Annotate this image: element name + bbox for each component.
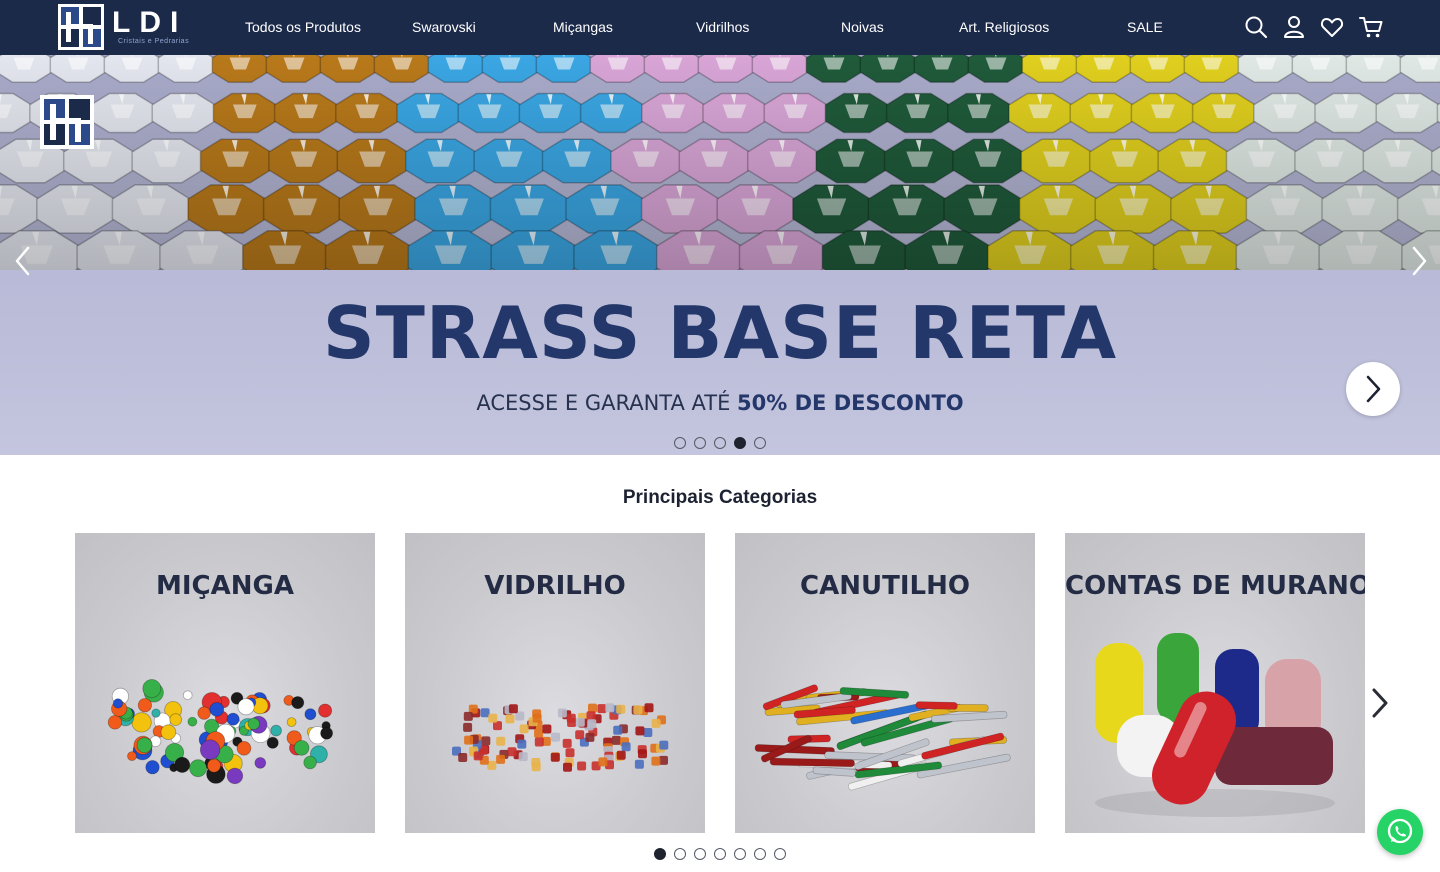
hero-slide-dot[interactable]	[754, 437, 766, 449]
hero-slide-dot[interactable]	[734, 437, 746, 449]
hero-next-arrow-icon[interactable]	[1408, 245, 1430, 277]
hero-slide-dot[interactable]	[714, 437, 726, 449]
category-label: CANUTILHO	[800, 571, 970, 601]
bugle-beads-image	[754, 684, 1011, 791]
category-label: CONTAS DE MURANO	[1065, 571, 1365, 601]
brand-logo[interactable]: LDI Cristais e Pedrarias	[58, 4, 198, 50]
whatsapp-icon	[1387, 818, 1413, 844]
nav-item-swarovski[interactable]: Swarovski	[412, 19, 476, 35]
category-card-contas-de-murano[interactable]: CONTAS DE MURANO	[1065, 533, 1365, 833]
hero-subtitle: ACESSE E GARANTA ATÉ 50% DE DESCONTO	[0, 391, 1440, 415]
hero-next-button[interactable]	[1346, 362, 1400, 416]
categories-page-dot[interactable]	[694, 848, 706, 860]
category-card-micanga[interactable]: MIÇANGA	[75, 533, 375, 833]
seed-beads-image	[107, 679, 334, 785]
murano-beads-image	[1095, 633, 1335, 817]
categories-page-dot[interactable]	[714, 848, 726, 860]
rhinestones-image	[0, 55, 1440, 270]
hero-slide-dot[interactable]	[674, 437, 686, 449]
logo-mark-icon	[58, 4, 104, 50]
category-label: VIDRILHO	[484, 571, 626, 601]
nav-item-todos-os-produtos[interactable]: Todos os Produtos	[245, 19, 361, 35]
categories-title: Principais Categorias	[622, 487, 818, 508]
nav-item-vidrilhos[interactable]: Vidrilhos	[696, 19, 749, 35]
search-icon[interactable]	[1243, 14, 1269, 40]
categories-page-dot[interactable]	[774, 848, 786, 860]
categories-page-dot[interactable]	[754, 848, 766, 860]
category-card-canutilho[interactable]: CANUTILHO	[735, 533, 1035, 833]
hero-slide-dot[interactable]	[694, 437, 706, 449]
nav-item-micangas[interactable]: Miçangas	[553, 19, 613, 35]
heart-icon[interactable]	[1319, 14, 1345, 40]
chevron-right-icon	[1366, 375, 1381, 403]
categories-pagination	[654, 848, 786, 860]
categories-page-dot[interactable]	[674, 848, 686, 860]
hero-subtitle-prefix: ACESSE E GARANTA ATÉ	[476, 391, 738, 415]
hero-logo-icon	[40, 95, 94, 149]
nav-item-noivas[interactable]: Noivas	[841, 19, 884, 35]
hero-prev-arrow-icon[interactable]	[12, 245, 34, 277]
hero-pagination	[674, 437, 766, 449]
cart-icon[interactable]	[1358, 14, 1384, 40]
nav-item-sale[interactable]: SALE	[1127, 19, 1163, 35]
whatsapp-button[interactable]	[1377, 809, 1423, 855]
hero-banner[interactable]: STRASS BASE RETA ACESSE E GARANTA ATÉ 50…	[0, 55, 1440, 455]
nav-item-art-religiosos[interactable]: Art. Religiosos	[959, 19, 1049, 35]
hero-subtitle-highlight: 50% DE DESCONTO	[737, 391, 964, 415]
user-icon[interactable]	[1281, 14, 1307, 40]
glass-beads-image	[452, 703, 669, 772]
brand-tagline: Cristais e Pedrarias	[118, 38, 190, 45]
brand-name: LDI	[112, 6, 188, 39]
categories-page-dot[interactable]	[734, 848, 746, 860]
category-label: MIÇANGA	[156, 571, 294, 601]
category-card-vidrilho[interactable]: VIDRILHO	[405, 533, 705, 833]
categories-next-arrow-icon[interactable]	[1368, 686, 1392, 720]
top-navbar: LDI Cristais e Pedrarias Todos os Produt…	[0, 0, 1440, 55]
categories-page-dot[interactable]	[654, 848, 666, 860]
hero-title: STRASS BASE RETA	[322, 291, 1118, 375]
